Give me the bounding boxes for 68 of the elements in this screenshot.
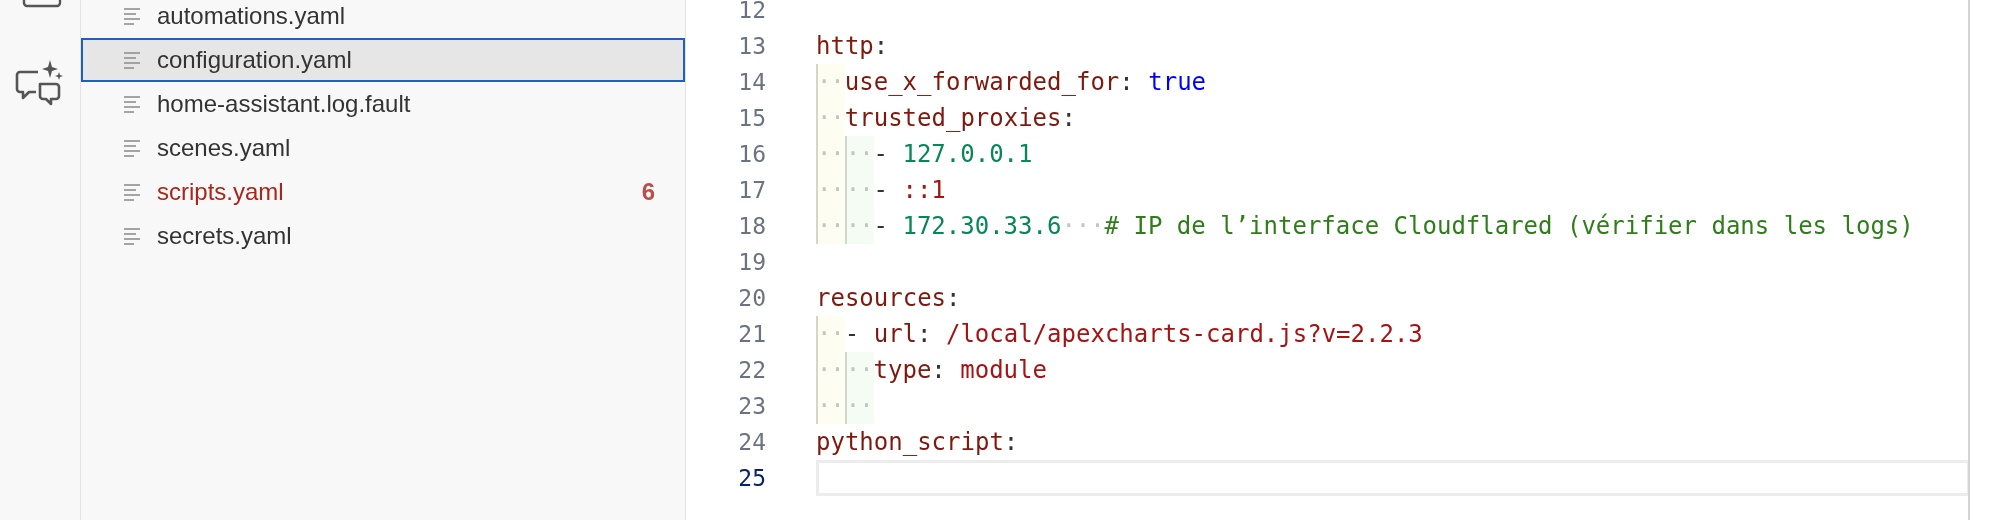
file-name: home-assistant.log.fault: [157, 90, 412, 118]
line-number: 25: [737, 465, 766, 491]
file-item[interactable]: automations.yaml: [81, 0, 685, 38]
whitespace-dots: ···: [1061, 211, 1105, 242]
file-item[interactable]: home-assistant.log.fault: [81, 82, 685, 126]
file-item[interactable]: secrets.yaml: [81, 214, 685, 258]
line-number: 18: [737, 213, 766, 239]
whitespace-dots: ··: [816, 64, 845, 100]
code-token: resources: [816, 284, 947, 312]
problem-count: 6: [641, 178, 655, 206]
file-icon: [123, 227, 141, 245]
code-token: # IP de l’interface Cloudflared (vérifier dans les logs): [1104, 212, 1914, 240]
code-token: 127.0.0.1: [902, 140, 1033, 168]
line-number: 17: [737, 177, 766, 203]
code-token: true: [1148, 68, 1207, 96]
file-icon: [123, 7, 141, 25]
file-name: scripts.yaml: [157, 178, 285, 206]
code-token: :: [873, 32, 889, 60]
code-token: /local/apexcharts-card.js?v=2.2.3: [945, 320, 1423, 348]
whitespace-dots: ··: [816, 100, 845, 136]
whitespace-dots: ····: [816, 172, 874, 208]
file-name: scenes.yaml: [157, 134, 292, 162]
code-token: type: [873, 356, 932, 384]
code-token: :: [917, 320, 933, 348]
line-number: 22: [737, 357, 766, 383]
code-token: -: [873, 140, 889, 168]
code-token: python_script: [816, 428, 1004, 456]
line-number: 23: [737, 393, 766, 419]
file-name: automations.yaml: [157, 2, 347, 30]
file-icon: [123, 183, 141, 201]
code-token: ::1: [902, 176, 946, 204]
whitespace-dots: ····: [816, 208, 874, 244]
code-token: trusted_proxies: [844, 104, 1062, 132]
code-token: module: [960, 356, 1047, 384]
code-token: :: [1003, 428, 1019, 456]
panel-icon[interactable]: [22, 0, 62, 8]
code-token: :: [1061, 104, 1076, 132]
file-item[interactable]: scripts.yaml 6: [81, 170, 685, 214]
line-number: 16: [737, 141, 766, 167]
line-number: 14: [737, 69, 766, 95]
line-number: 13: [737, 33, 766, 59]
file-icon: [123, 139, 141, 157]
file-name: configuration.yaml: [157, 46, 353, 74]
code-token: url: [873, 320, 918, 348]
line-number: 15: [737, 105, 766, 131]
code-token: -: [873, 176, 889, 204]
file-item[interactable]: scenes.yaml: [81, 126, 685, 170]
file-icon: [123, 95, 141, 113]
code-token: :: [931, 356, 947, 384]
whitespace-dots: ····: [816, 352, 874, 388]
code-token: 172.30.33.6: [902, 212, 1062, 240]
code-token: :: [1119, 68, 1135, 96]
line-number: 24: [737, 429, 766, 455]
whitespace-dots: ····: [816, 388, 874, 424]
file-icon: [123, 51, 141, 69]
line-number: 21: [737, 321, 766, 347]
line-number: 20: [737, 285, 766, 311]
file-item[interactable]: configuration.yaml: [81, 38, 685, 82]
code-token: use_x_forwarded_for: [844, 68, 1120, 96]
code-token: -: [844, 320, 861, 348]
whitespace-dots: ··: [816, 316, 845, 352]
code-token: -: [873, 212, 889, 240]
line-number: 12: [737, 0, 766, 23]
file-name: secrets.yaml: [157, 222, 293, 250]
code-token: http: [816, 32, 874, 60]
line-number: 19: [737, 249, 766, 275]
whitespace-dots: ····: [816, 136, 874, 172]
code-token: :: [946, 284, 961, 312]
